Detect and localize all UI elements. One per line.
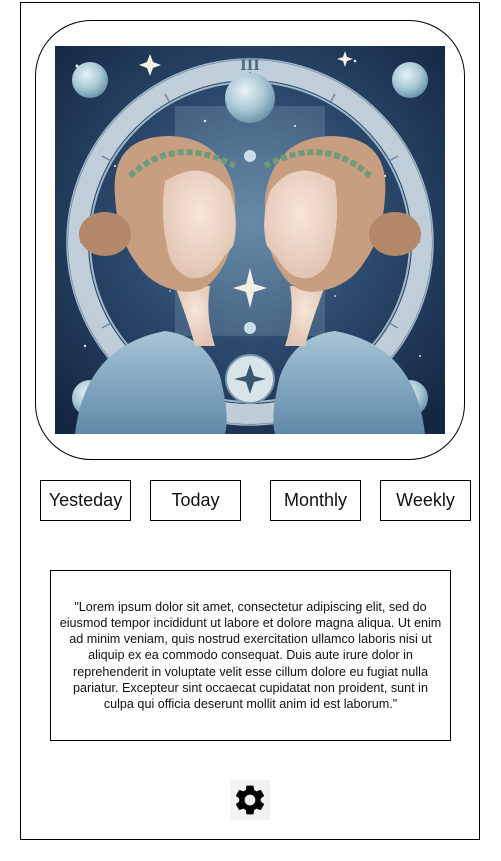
tab-yesterday[interactable]: Yesteday	[40, 480, 131, 521]
horoscope-text-box: "Lorem ipsum dolor sit amet, consectetur…	[50, 570, 451, 741]
tab-monthly[interactable]: Monthly	[270, 480, 361, 521]
tab-monthly-label: Monthly	[283, 490, 348, 510]
gear-icon	[235, 785, 265, 815]
tab-today[interactable]: Today	[150, 480, 241, 521]
tab-weekly[interactable]: Weekly	[380, 480, 471, 521]
tab-weekly-label: Weekly	[396, 490, 455, 510]
gemini-zodiac-artwork: III	[55, 46, 445, 434]
roman-numeral: III	[240, 58, 260, 74]
tab-yesterday-label: Yesteday	[48, 490, 123, 510]
horoscope-text: "Lorem ipsum dolor sit amet, consectetur…	[59, 599, 442, 711]
tab-today-label: Today	[171, 490, 220, 510]
settings-button[interactable]	[230, 780, 270, 820]
